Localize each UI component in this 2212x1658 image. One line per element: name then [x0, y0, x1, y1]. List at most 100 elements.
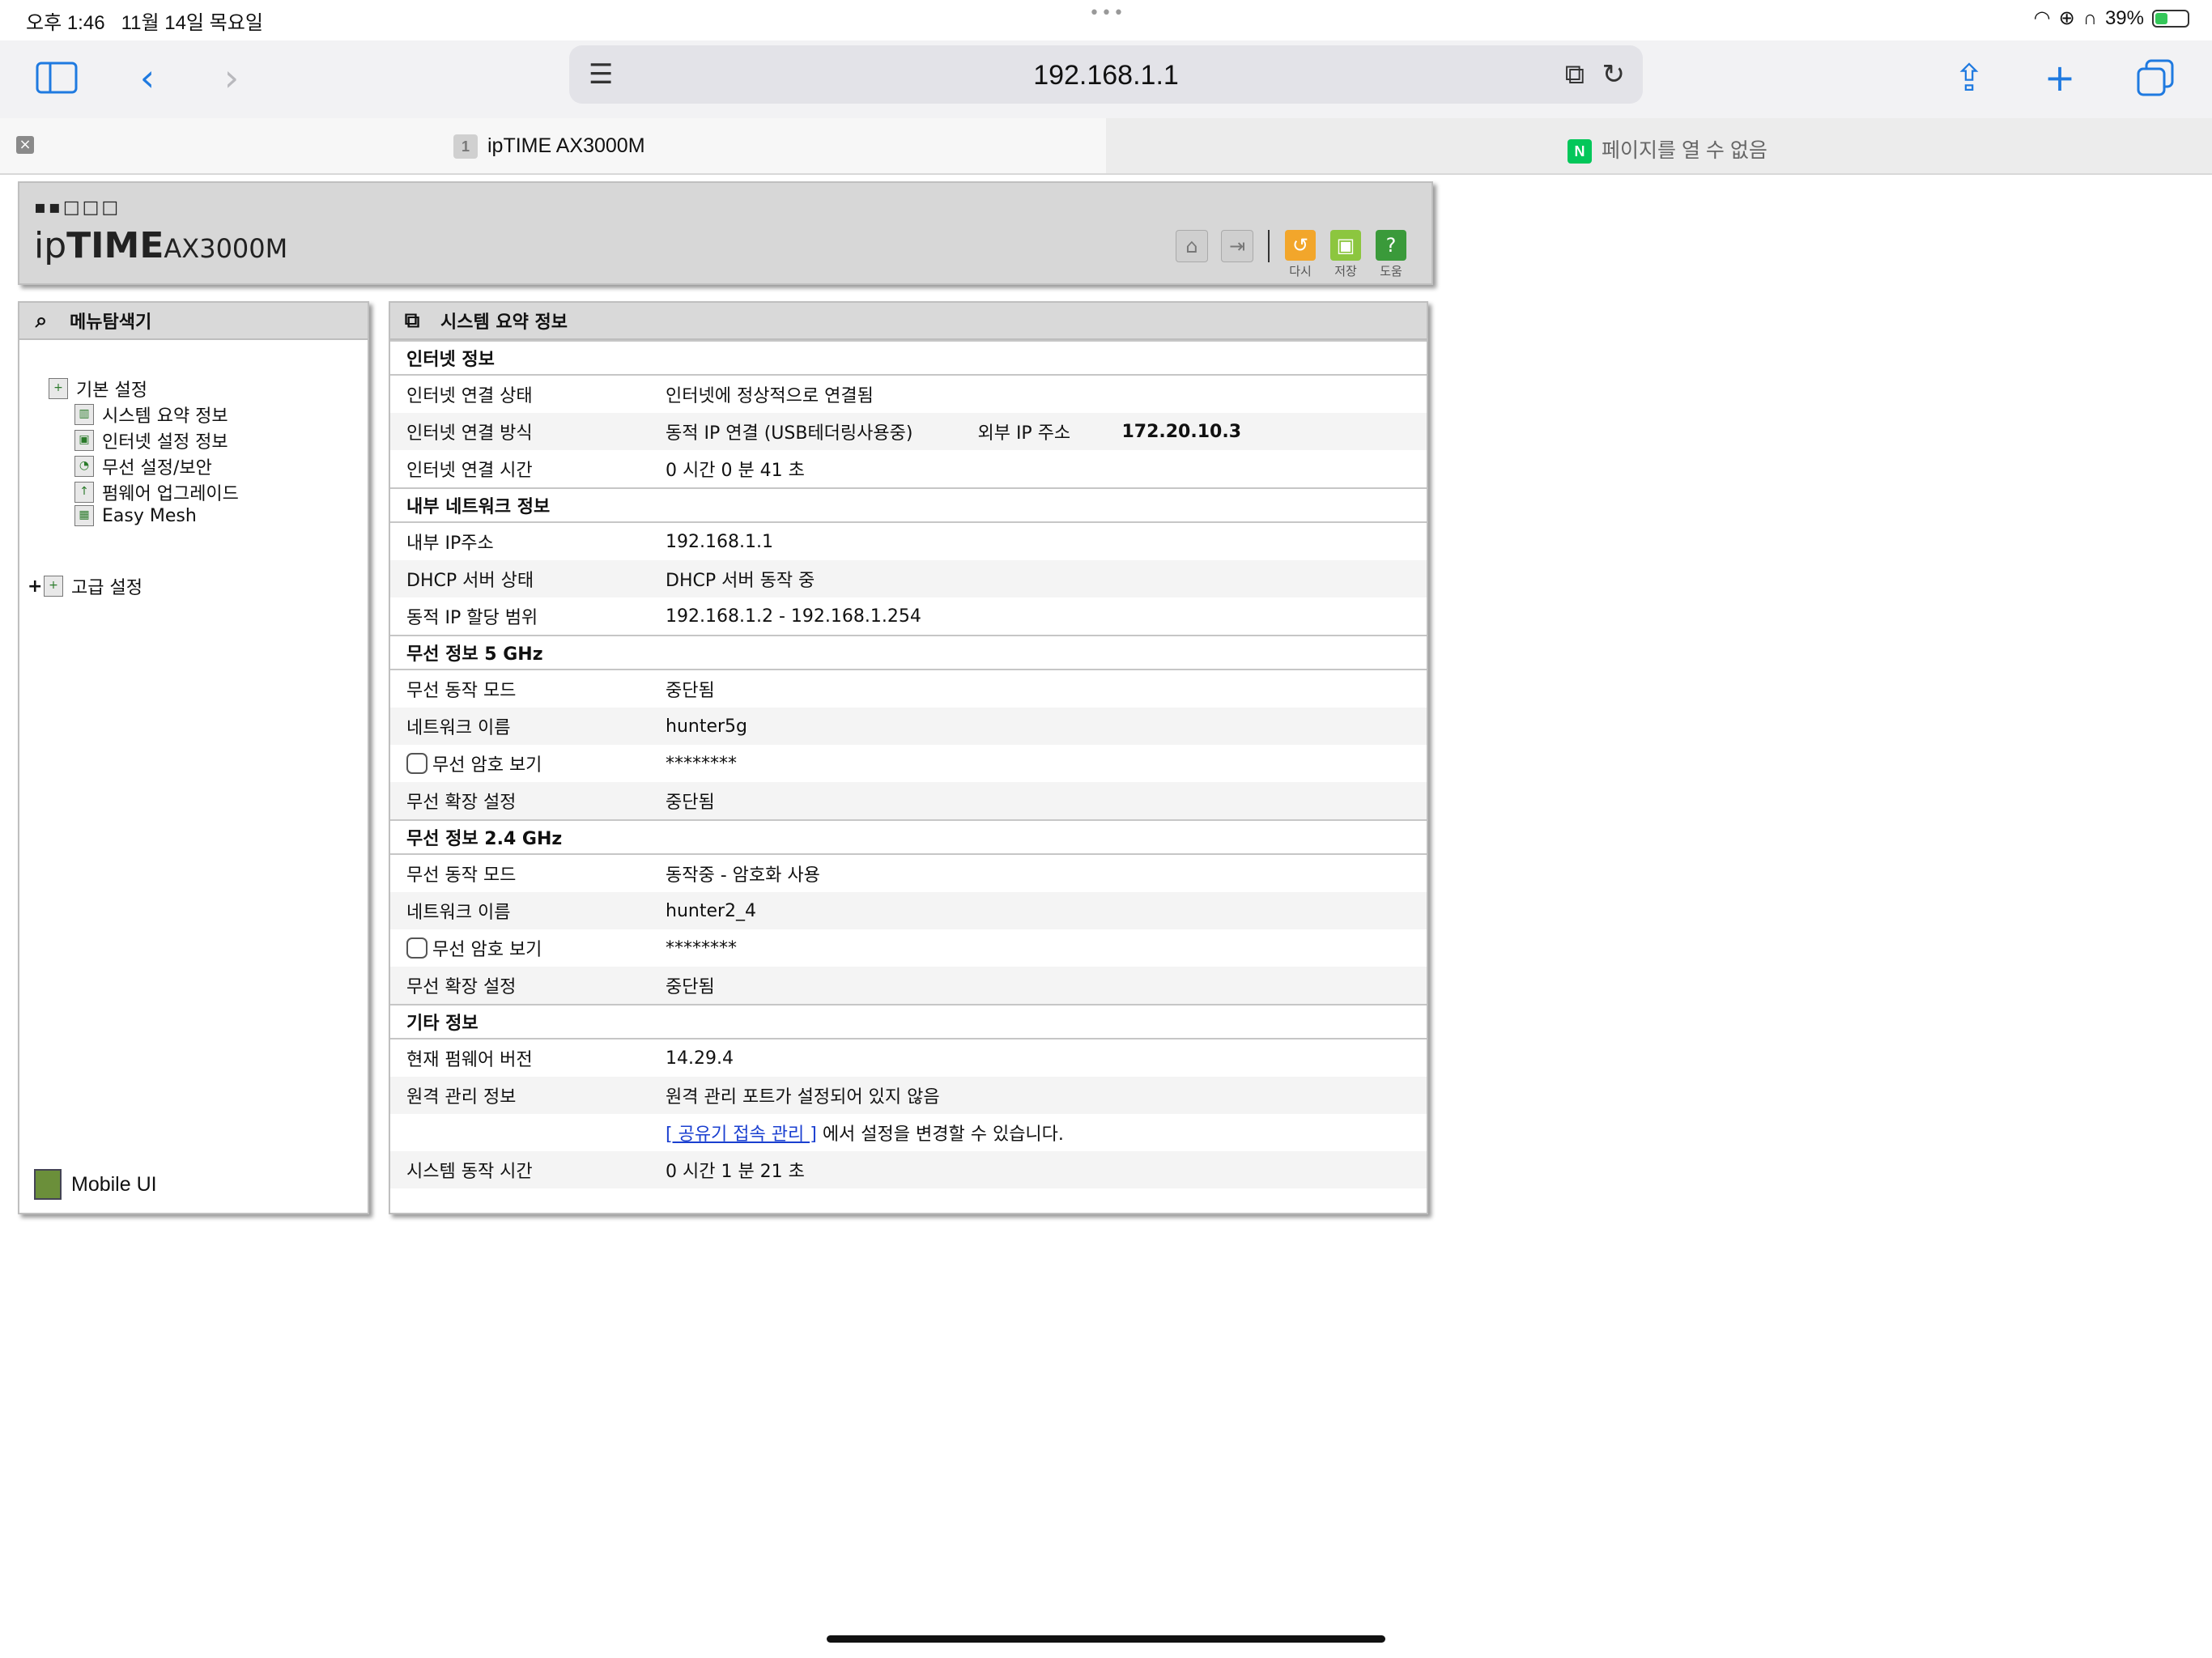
orientation-lock-icon: ⊕: [2058, 7, 2075, 29]
tab-naver[interactable]: N 페이지를 열 수 없음: [1106, 118, 2212, 173]
table-row: 동적 IP 할당 범위 192.168.1.2 - 192.168.1.254: [390, 597, 1427, 635]
back-icon[interactable]: ‹: [121, 52, 173, 104]
show-password-checkbox[interactable]: [406, 753, 428, 774]
row-value: hunter5g: [666, 716, 747, 737]
sidebar-toggle-icon[interactable]: [31, 52, 83, 104]
row-label: DHCP 서버 상태: [390, 566, 666, 592]
mobile-icon: [34, 1169, 62, 1200]
save-button[interactable]: ▣ 저장: [1329, 230, 1362, 279]
home-icon[interactable]: ⌂: [1176, 230, 1208, 262]
row-label[interactable]: 무선 암호 보기: [390, 750, 666, 776]
row-label: 원격 관리 정보: [390, 1082, 666, 1108]
home-indicator[interactable]: [827, 1635, 1385, 1643]
system-summary-panel: ⧉ 시스템 요약 정보 인터넷 정보 인터넷 연결 상태 인터넷에 정상적으로 연결…: [389, 301, 1428, 1214]
row-value: 14.29.4: [666, 1048, 734, 1069]
tabs-overview-icon[interactable]: [2129, 52, 2181, 104]
value-text: hunter2_4: [666, 900, 757, 921]
table-row: 무선 암호 보기 ********: [390, 745, 1427, 782]
status-indicators: ◠ ⊕ ∩ 39%: [2034, 6, 2189, 30]
panel-title: ⧉ 시스템 요약 정보: [390, 303, 1427, 340]
row-value: ********: [666, 754, 737, 774]
sidebar-item-internet[interactable]: ▣ 인터넷 설정 정보: [74, 427, 228, 453]
address-text[interactable]: 192.168.1.1: [569, 60, 1643, 91]
label-text: 인터넷 연결 시간: [406, 461, 533, 481]
value-text: 중단됨: [666, 793, 715, 813]
external-ip-label: 외부 IP 주소: [977, 423, 1071, 444]
value-text: 인터넷에 정상적으로 연결됨: [666, 386, 874, 406]
value-text: 0 시간 1 분 21 초: [666, 1162, 805, 1182]
mobile-ui-link[interactable]: Mobile UI: [34, 1169, 157, 1200]
logout-icon[interactable]: ⇥: [1221, 230, 1253, 262]
panel-title: ⌕ 메뉴탐색기: [19, 303, 368, 340]
label-text: 네트워크 이름: [406, 718, 511, 738]
status-time: 오후 1:46 11월 14일 목요일: [26, 12, 263, 34]
headphones-icon: ∩: [2082, 6, 2097, 29]
folder-icon: +: [44, 576, 63, 597]
section-rows: 무선 동작 모드 동작중 - 암호화 사용네트워크 이름 hunter2_4 무선 암…: [390, 855, 1427, 1004]
table-row: 네트워크 이름 hunter2_4: [390, 892, 1427, 929]
row-value: ********: [666, 938, 737, 959]
menu-explorer: ⌕ 메뉴탐색기 + 기본 설정 ▥ 시스템 요약 정보 ▣ 인터넷 설정 정보 ◔ 무선…: [18, 301, 369, 1214]
row-label: 무선 동작 모드: [390, 861, 666, 886]
table-row: 인터넷 연결 상태 인터넷에 정상적으로 연결됨: [390, 376, 1427, 413]
tree-group-advanced[interactable]: + + 고급 설정: [28, 573, 143, 599]
sidebar-item-system-summary[interactable]: ▥ 시스템 요약 정보: [74, 402, 228, 427]
row-value: DHCP 서버 동작 중: [666, 566, 815, 592]
section-rows: 내부 IP주소 192.168.1.1 DHCP 서버 상태 DHCP 서버 동작 중…: [390, 523, 1427, 635]
forward-icon[interactable]: ›: [206, 52, 257, 104]
multitasking-dots[interactable]: •••: [1089, 3, 1125, 23]
new-tab-icon[interactable]: +: [2034, 52, 2086, 104]
table-row: 무선 확장 설정 중단됨: [390, 782, 1427, 819]
label-text: 내부 IP주소: [406, 534, 494, 554]
status-bar: 오후 1:46 11월 14일 목요일 ••• ◠ ⊕ ∩ 39%: [0, 0, 2212, 40]
row-label: 동적 IP 할당 범위: [390, 603, 666, 629]
sidebar-item-wireless[interactable]: ◔ 무선 설정/보안: [74, 453, 212, 479]
tab-favicon: 1: [453, 134, 478, 159]
label-text: 무선 암호 보기: [432, 940, 542, 960]
row-value: 동적 IP 연결 (USB테더링사용중): [666, 419, 912, 444]
extension-icon[interactable]: ⧉: [1565, 58, 1585, 91]
table-row: 원격 관리 정보 원격 관리 포트가 설정되어 있지 않음: [390, 1077, 1427, 1114]
reload-button[interactable]: ↺ 다시: [1284, 230, 1317, 279]
value-text: 0 시간 0 분 41 초: [666, 461, 805, 481]
tree-group-basic[interactable]: + 기본 설정: [49, 376, 147, 402]
row-value: 중단됨: [666, 676, 715, 702]
label-text: 동적 IP 할당 범위: [406, 608, 538, 628]
share-icon[interactable]: ⇪: [1943, 52, 1995, 104]
section-header: 인터넷 정보: [390, 340, 1427, 376]
label-text: DHCP 서버 상태: [406, 571, 534, 591]
address-bar[interactable]: ☰ 192.168.1.1 ⧉ ↻: [569, 45, 1643, 104]
sidebar-item-firmware[interactable]: ↑ 펌웨어 업그레이드: [74, 479, 239, 505]
table-row: 시스템 동작 시간 0 시간 1 분 21 초: [390, 1151, 1427, 1188]
table-row: 무선 확장 설정 중단됨: [390, 967, 1427, 1004]
help-button[interactable]: ? 도움: [1375, 230, 1407, 279]
section-header: 기타 정보: [390, 1004, 1427, 1039]
value-text: hunter5g: [666, 716, 747, 737]
router-access-link[interactable]: [ 공유기 접속 관리 ]: [666, 1124, 817, 1145]
expand-icon[interactable]: +: [28, 576, 44, 597]
router-header: ▪▪□□□ ipTIMEAX3000M ⌂ ⇥ ↺ 다시 ▣ 저장 ? 도움: [18, 181, 1433, 285]
close-tab-icon[interactable]: ×: [16, 136, 34, 154]
row-label: 인터넷 연결 시간: [390, 456, 666, 482]
row-value: 동작중 - 암호화 사용: [666, 861, 820, 886]
label-text: 무선 확장 설정: [406, 793, 517, 813]
label-text: 네트워크 이름: [406, 903, 511, 923]
label-text: 현재 펌웨어 버전: [406, 1050, 533, 1070]
label-text: 시스템 동작 시간: [406, 1162, 533, 1182]
chart-icon: ▥: [74, 404, 94, 425]
tab-router[interactable]: × 1 ipTIME AX3000M: [0, 118, 1106, 173]
undo-icon: ↺: [1285, 230, 1316, 261]
row-label[interactable]: 무선 암호 보기: [390, 935, 666, 961]
show-password-checkbox[interactable]: [406, 937, 428, 959]
reload-icon[interactable]: ↻: [1602, 58, 1626, 91]
row-label: 인터넷 연결 방식: [390, 419, 666, 444]
row-label: 무선 확장 설정: [390, 972, 666, 998]
value-text: 에서 설정을 변경할 수 있습니다.: [816, 1124, 1064, 1145]
label-text: 인터넷 연결 방식: [406, 423, 533, 444]
upgrade-icon: ↑: [74, 482, 94, 503]
divider: [1268, 230, 1270, 262]
help-icon: ?: [1376, 230, 1406, 261]
wireless-icon: ◔: [74, 456, 94, 477]
sidebar-item-easymesh[interactable]: ▦ Easy Mesh: [74, 505, 197, 526]
tab-bar: × 1 ipTIME AX3000M N 페이지를 열 수 없음: [0, 118, 2212, 175]
